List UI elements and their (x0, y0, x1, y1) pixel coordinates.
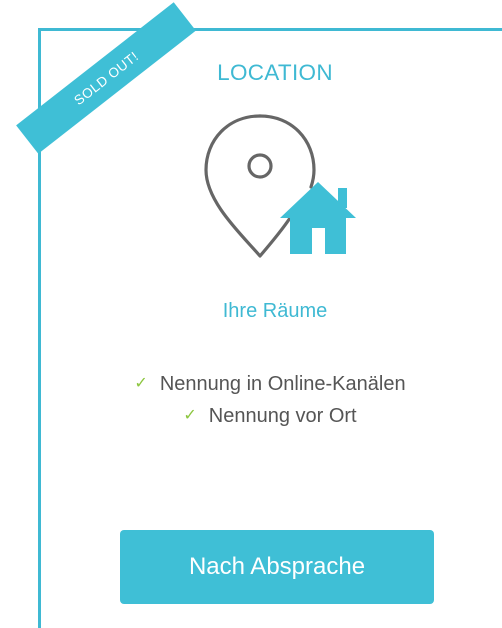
feature-label: Nennung vor Ort (208, 404, 357, 427)
location-pin-house-icon (200, 110, 370, 275)
feature-label: Nennung in Online-Kanälen (159, 372, 406, 395)
nach-absprache-button[interactable]: Nach Absprache (120, 530, 434, 604)
cta-label: Nach Absprache (188, 553, 366, 580)
card-title: LOCATION (217, 60, 333, 85)
check-icon: ✓ (183, 407, 197, 424)
card-subtitle: Ihre Räume (222, 300, 328, 322)
feature-list: ✓ Nennung in Online-Kanälen ✓ Nennung vo… (60, 368, 480, 432)
check-icon: ✓ (134, 375, 148, 392)
feature-item: ✓ Nennung in Online-Kanälen (60, 368, 480, 400)
feature-item: ✓ Nennung vor Ort (60, 400, 480, 432)
